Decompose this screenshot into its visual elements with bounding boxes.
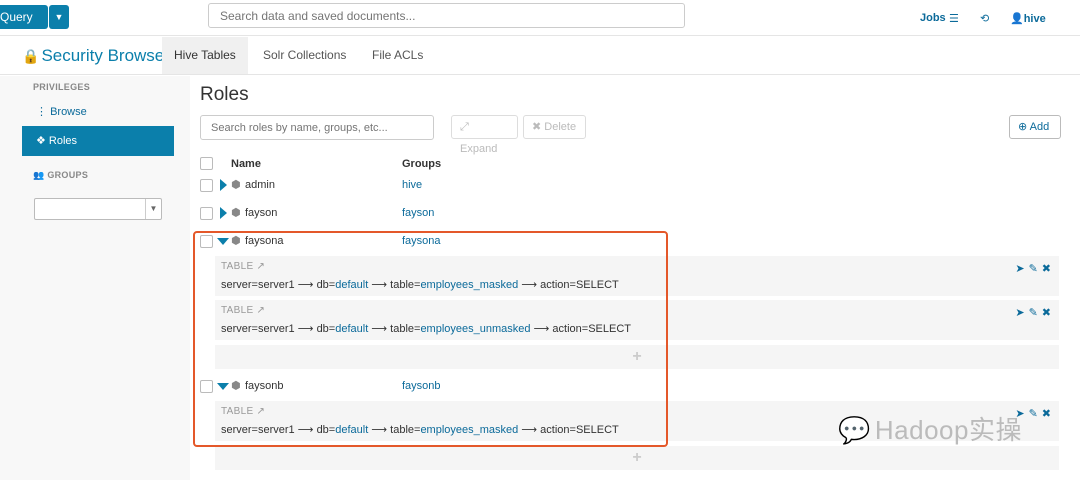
pencil-icon[interactable]: ✎: [1029, 307, 1038, 319]
sidebar: PRIVILEGES ⋮ Browse ❖ Roles 👥 GROUPS ▼: [0, 76, 190, 480]
table-link[interactable]: employees_masked: [420, 279, 518, 291]
tab-file-acls[interactable]: File ACLs: [360, 37, 435, 74]
query-button[interactable]: Query: [0, 5, 48, 29]
expand-caret-icon[interactable]: [220, 179, 227, 191]
add-button[interactable]: ⊕ Add: [1009, 115, 1061, 139]
sliders-icon[interactable]: ☰: [949, 12, 959, 25]
app-header: 🔒 Security Browser Hive Tables Solr Colle…: [0, 37, 1080, 75]
jobs-link[interactable]: Jobs: [920, 12, 946, 24]
privilege-type: TABLE ↗: [221, 406, 266, 417]
cubes-icon: ❖: [36, 135, 49, 147]
users-icon: 👥: [33, 170, 48, 180]
global-search-input[interactable]: [208, 3, 685, 28]
table-row[interactable]: ⬢ faysona faysona: [200, 228, 1060, 256]
sidebar-item-browse[interactable]: ⋮ Browse: [22, 97, 174, 127]
expand-button[interactable]: ⤢ Expand: [451, 115, 518, 155]
column-header-groups: Groups: [402, 158, 442, 170]
role-group-link[interactable]: hive: [402, 179, 422, 191]
select-arrow-icon: ▼: [145, 199, 161, 219]
privilege-item: TABLE ↗ server=server1 ⟶ db=default ⟶ tab…: [215, 256, 1059, 296]
close-icon[interactable]: ✖: [1042, 263, 1051, 275]
table-row[interactable]: ⬢ admin hive: [200, 172, 1060, 200]
lock-icon: 🔒: [22, 48, 40, 64]
row-checkbox[interactable]: [200, 235, 213, 248]
privilege-path: server=server1 ⟶ db=default ⟶ table=empl…: [221, 279, 619, 291]
user-menu[interactable]: 👤hive: [1010, 12, 1046, 25]
role-name: faysona: [245, 235, 284, 247]
table-row[interactable]: ⬢ fayson fayson: [200, 200, 1060, 228]
role-group-link[interactable]: fayson: [402, 207, 434, 219]
privilege-type: TABLE ↗: [221, 305, 266, 316]
cube-icon: ⬢: [231, 207, 241, 219]
collapse-caret-icon[interactable]: [217, 383, 229, 390]
tab-hive-tables[interactable]: Hive Tables: [162, 37, 248, 74]
add-privilege-button[interactable]: +: [215, 345, 1059, 369]
column-header-name: Name: [231, 158, 261, 170]
row-checkbox[interactable]: [200, 207, 213, 220]
collapse-caret-icon[interactable]: [217, 238, 229, 245]
tab-solr-collections[interactable]: Solr Collections: [251, 37, 358, 74]
delete-button[interactable]: ✖ Delete: [523, 115, 586, 139]
plus-circle-icon: ⊕: [1018, 121, 1030, 133]
roles-search-input[interactable]: [200, 115, 434, 140]
row-checkbox[interactable]: [200, 380, 213, 393]
user-icon: 👤: [1010, 13, 1024, 25]
send-icon[interactable]: ➤: [1015, 263, 1024, 275]
role-name: fayson: [245, 207, 278, 219]
expand-caret-icon[interactable]: [220, 207, 227, 219]
watermark: 💬 Hadoop实操: [838, 415, 1022, 445]
add-privilege-button[interactable]: +: [215, 446, 1059, 470]
cube-icon: ⬢: [231, 179, 241, 191]
cube-icon: ⬢: [231, 380, 241, 392]
close-icon[interactable]: ✖: [1042, 307, 1051, 319]
close-icon[interactable]: ✖: [1042, 408, 1051, 420]
role-group-link[interactable]: faysonb: [402, 380, 441, 392]
table-link[interactable]: employees_unmasked: [420, 323, 530, 335]
expand-icon: ⤢: [460, 121, 469, 133]
table-row[interactable]: ⬢ faysonb faysonb: [200, 373, 1060, 401]
user-name: hive: [1023, 13, 1046, 25]
top-navbar: Query ▼ Jobs ☰ ⟲ 👤hive: [0, 0, 1080, 36]
privileges-heading: PRIVILEGES: [33, 82, 91, 92]
external-link-icon[interactable]: ↗: [256, 406, 265, 417]
page-title: Roles: [200, 84, 249, 105]
query-dropdown-caret-icon[interactable]: ▼: [49, 5, 69, 29]
db-link[interactable]: default: [335, 424, 368, 436]
privilege-actions: ➤ ✎ ✖: [1011, 306, 1051, 319]
privilege-actions: ➤ ✎ ✖: [1011, 262, 1051, 275]
sidebar-item-roles[interactable]: ❖ Roles: [22, 126, 174, 156]
groups-heading: 👥 GROUPS: [33, 170, 89, 180]
privilege-item: TABLE ↗ server=server1 ⟶ db=default ⟶ tab…: [215, 300, 1059, 340]
groups-select[interactable]: ▼: [34, 198, 162, 220]
external-link-icon[interactable]: ↗: [256, 305, 265, 316]
db-link[interactable]: default: [335, 279, 368, 291]
close-icon: ✖: [532, 121, 545, 133]
external-link-icon[interactable]: ↗: [256, 261, 265, 272]
history-icon[interactable]: ⟲: [980, 12, 989, 25]
sitemap-icon: ⋮: [36, 106, 51, 118]
cube-icon: ⬢: [231, 235, 241, 247]
role-name: admin: [245, 179, 275, 191]
privilege-type: TABLE ↗: [221, 261, 266, 272]
role-name: faysonb: [245, 380, 284, 392]
app-title[interactable]: 🔒 Security Browser: [22, 46, 170, 66]
select-all-checkbox[interactable]: [200, 157, 213, 170]
send-icon[interactable]: ➤: [1015, 307, 1024, 319]
privilege-path: server=server1 ⟶ db=default ⟶ table=empl…: [221, 424, 619, 436]
privilege-path: server=server1 ⟶ db=default ⟶ table=empl…: [221, 323, 631, 335]
role-group-link[interactable]: faysona: [402, 235, 441, 247]
pencil-icon[interactable]: ✎: [1029, 408, 1038, 420]
table-link[interactable]: employees_masked: [420, 424, 518, 436]
row-checkbox[interactable]: [200, 179, 213, 192]
wechat-icon: 💬: [838, 415, 871, 445]
db-link[interactable]: default: [335, 323, 368, 335]
pencil-icon[interactable]: ✎: [1029, 263, 1038, 275]
